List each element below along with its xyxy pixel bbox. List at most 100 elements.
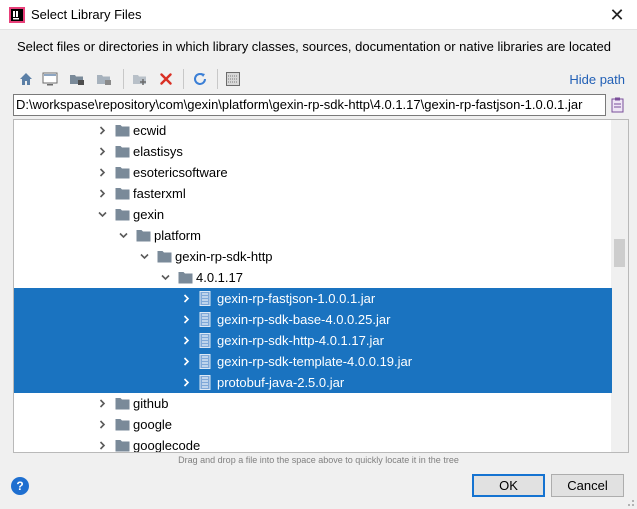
path-input[interactable]: D:\workspase\repository\com\gexin\platfo… (13, 94, 606, 116)
tree-row-label: gexin-rp-fastjson-1.0.0.1.jar (217, 291, 376, 306)
dialog-description: Select files or directories in which lib… (17, 39, 611, 54)
chevron-right-icon[interactable] (180, 309, 192, 330)
toolbar-separator (183, 69, 184, 89)
tree-row-label: 4.0.1.17 (196, 270, 243, 285)
path-history-icon[interactable] (609, 96, 627, 114)
chevron-right-icon[interactable] (96, 141, 108, 162)
chevron-down-icon[interactable] (117, 225, 129, 246)
tree-row-folder[interactable]: ecwid (14, 120, 612, 141)
intellij-app-icon (9, 7, 25, 23)
tree-scrollbar[interactable] (611, 120, 628, 452)
chevron-right-icon[interactable] (96, 435, 108, 452)
chevron-right-icon[interactable] (96, 414, 108, 435)
tree-row-label: gexin-rp-sdk-http-4.0.1.17.jar (217, 333, 384, 348)
cancel-button[interactable]: Cancel (551, 474, 624, 497)
tree-row-file[interactable]: gexin-rp-fastjson-1.0.0.1.jar (14, 288, 612, 309)
hide-path-link[interactable]: Hide path (569, 72, 625, 87)
jar-file-icon (199, 375, 211, 390)
desktop-icon (42, 72, 58, 86)
drag-drop-hint: Drag and drop a file into the space abov… (178, 455, 459, 465)
jar-file-icon (199, 333, 211, 348)
folder-icon (115, 209, 130, 221)
home-icon (20, 73, 32, 85)
tree-row-label: fasterxml (133, 186, 186, 201)
tree-row-folder[interactable]: fasterxml (14, 183, 612, 204)
close-button[interactable]: ✕ (597, 0, 637, 30)
tree-row-label: google (133, 417, 173, 432)
module-folder-icon (97, 75, 111, 85)
ok-button[interactable]: OK (472, 474, 545, 497)
folder-icon (115, 398, 130, 410)
tree-row-label: platform (154, 228, 201, 243)
tree-row-label: gexin-rp-sdk-template-4.0.0.19.jar (217, 354, 413, 369)
chevron-down-icon[interactable] (138, 246, 150, 267)
tree-row-label: gexin (133, 207, 165, 222)
resize-grip-icon[interactable] (625, 497, 635, 507)
chevron-right-icon[interactable] (180, 351, 192, 372)
tree-row-label: gexin-rp-sdk-http (175, 249, 273, 264)
folder-icon (115, 440, 130, 452)
file-tree[interactable]: ecwid elastisys esotericsoftware fasterxml g… (13, 119, 629, 453)
tree-row-file[interactable]: gexin-rp-sdk-base-4.0.0.25.jar (14, 309, 612, 330)
delete-button[interactable] (155, 68, 177, 90)
tree-row-label: gexin-rp-sdk-base-4.0.0.25.jar (217, 312, 391, 327)
tree-row-folder[interactable]: google (14, 414, 612, 435)
jar-file-icon (199, 354, 211, 369)
chevron-right-icon[interactable] (180, 372, 192, 393)
jar-file-icon (199, 312, 211, 327)
window-title: Select Library Files (31, 7, 142, 22)
tree-row-label: ecwid (133, 123, 167, 138)
refresh-icon (194, 73, 206, 85)
tree-row-folder[interactable]: esotericsoftware (14, 162, 612, 183)
home-button[interactable] (15, 68, 37, 90)
title-bar: Select Library Files ✕ (0, 0, 637, 30)
folder-icon (115, 125, 130, 137)
tree-row-label: googlecode (133, 438, 201, 453)
tree-row-label: protobuf-java-2.5.0.jar (217, 375, 345, 390)
project-folder-button[interactable] (66, 68, 88, 90)
tree-row-label: elastisys (133, 144, 183, 159)
file-chooser-toolbar: Hide path (13, 66, 629, 92)
new-folder-button[interactable] (129, 68, 151, 90)
tree-row-folder[interactable]: elastisys (14, 141, 612, 162)
show-hidden-button[interactable] (222, 68, 244, 90)
chevron-right-icon[interactable] (96, 183, 108, 204)
chevron-right-icon[interactable] (96, 162, 108, 183)
desktop-button[interactable] (39, 68, 61, 90)
chevron-right-icon[interactable] (96, 120, 108, 141)
tree-row-label: github (133, 396, 169, 411)
tree-row-file[interactable]: gexin-rp-sdk-template-4.0.0.19.jar (14, 351, 612, 372)
folder-icon (115, 146, 130, 158)
chevron-right-icon[interactable] (96, 393, 108, 414)
tree-row-file[interactable]: protobuf-java-2.5.0.jar (14, 372, 612, 393)
toolbar-separator (123, 69, 124, 89)
tree-row-folder[interactable]: 4.0.1.17 (14, 267, 612, 288)
chevron-down-icon[interactable] (159, 267, 171, 288)
new-folder-icon (133, 75, 146, 85)
folder-icon (115, 167, 130, 179)
tree-row-label: esotericsoftware (133, 165, 228, 180)
chevron-right-icon[interactable] (180, 330, 192, 351)
refresh-button[interactable] (189, 68, 211, 90)
tree-row-folder[interactable]: gexin-rp-sdk-http (14, 246, 612, 267)
folder-icon (157, 251, 172, 263)
show-hidden-icon (226, 72, 240, 86)
module-folder-button[interactable] (93, 68, 115, 90)
folder-icon (115, 419, 130, 431)
tree-row-folder[interactable]: gexin (14, 204, 612, 225)
jar-file-icon (199, 291, 211, 306)
chevron-down-icon[interactable] (96, 204, 108, 225)
tree-scrollbar-thumb[interactable] (614, 239, 625, 267)
toolbar-separator (217, 69, 218, 89)
folder-icon (136, 230, 151, 242)
tree-row-folder[interactable]: github (14, 393, 612, 414)
tree-row-folder[interactable]: platform (14, 225, 612, 246)
help-button[interactable]: ? (11, 477, 29, 495)
folder-icon (178, 272, 193, 284)
folder-icon (115, 188, 130, 200)
project-folder-icon (70, 75, 84, 85)
tree-row-folder[interactable]: googlecode (14, 435, 612, 453)
tree-row-file[interactable]: gexin-rp-sdk-http-4.0.1.17.jar (14, 330, 612, 351)
chevron-right-icon[interactable] (180, 288, 192, 309)
delete-icon (160, 73, 172, 85)
